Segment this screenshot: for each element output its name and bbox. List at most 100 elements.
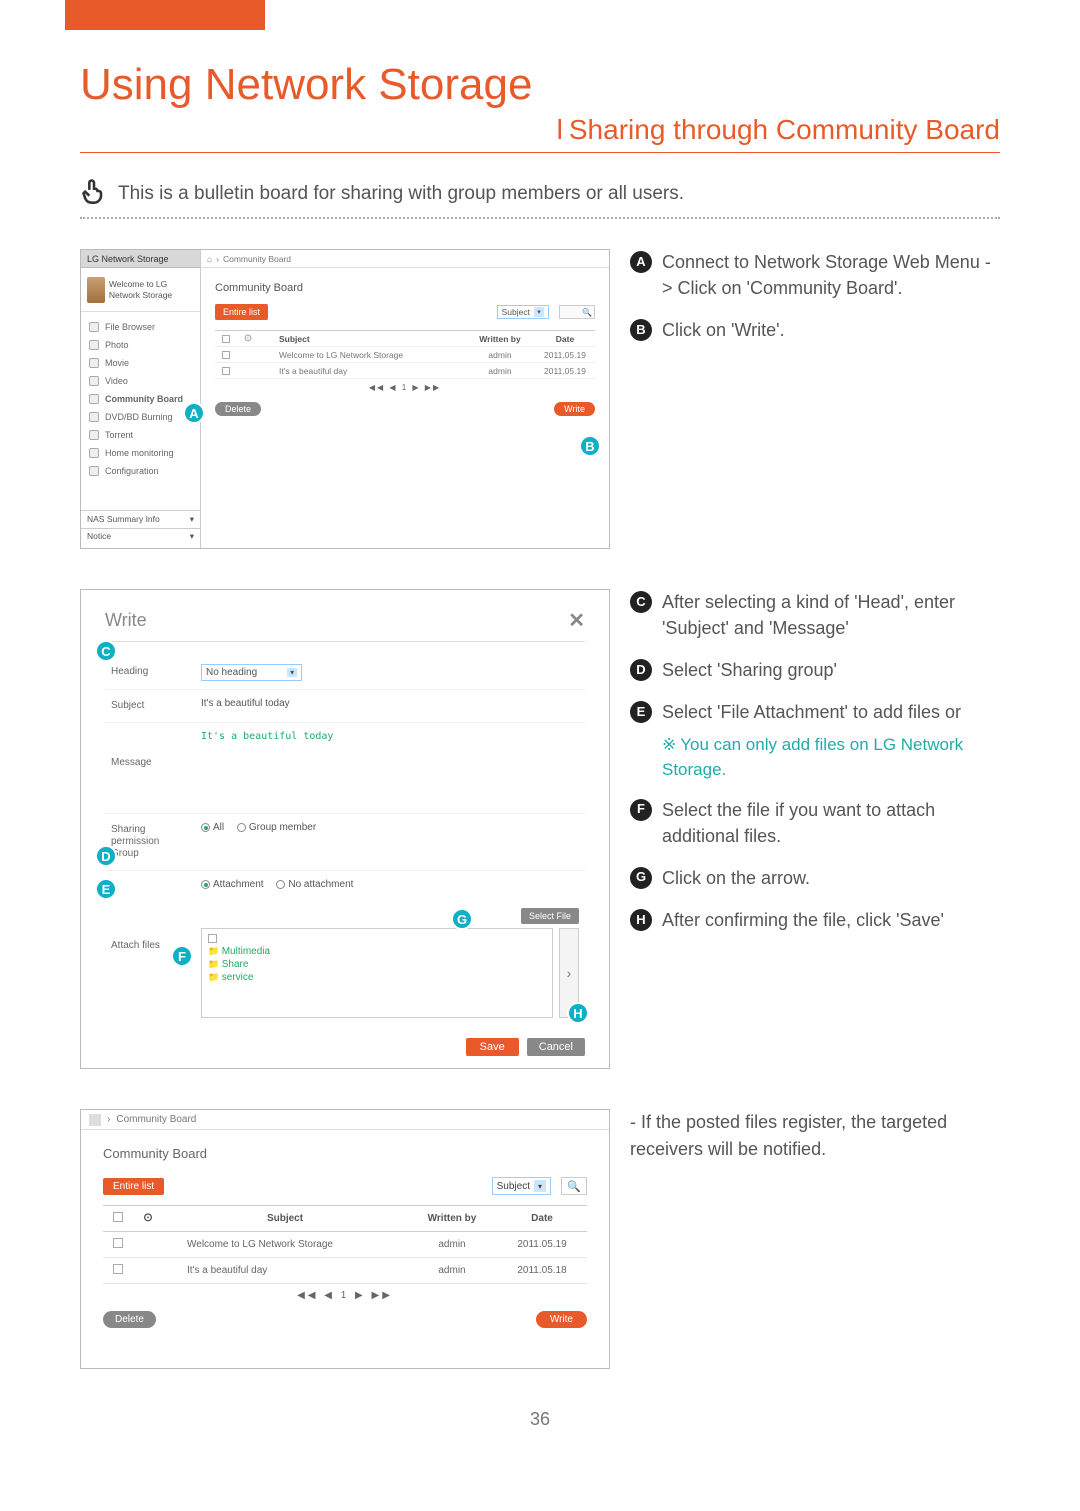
row-checkbox[interactable] (222, 367, 230, 375)
home-icon[interactable]: ⌂ (207, 254, 212, 264)
app-logo-bar: LG Network Storage (81, 250, 200, 268)
board-heading: Community Board (103, 1146, 587, 1161)
sharing-all-radio[interactable]: All (201, 822, 224, 833)
sidebar-item-photo[interactable]: Photo (81, 336, 200, 354)
tree-item-share[interactable]: Share (208, 959, 546, 970)
tree-select-all-checkbox[interactable] (208, 934, 217, 943)
welcome-banner: Welcome to LG Network Storage (81, 268, 200, 312)
row-checkbox[interactable] (222, 351, 230, 359)
bullet-F: F (630, 799, 652, 821)
instruction-E: Select 'File Attachment' to add files or (662, 699, 961, 725)
instructions-block-1: A Connect to Network Storage Web Menu ->… (630, 249, 1000, 549)
filter-select[interactable]: Subject▾ (497, 305, 549, 319)
notice-bar[interactable]: Notice▾ (81, 528, 200, 544)
attachment-column-icon: 𐌏 (237, 333, 259, 344)
header-accent-band (65, 0, 265, 30)
sidebar-item-configuration[interactable]: Configuration (81, 462, 200, 480)
no-attachment-radio[interactable]: No attachment (276, 879, 353, 890)
save-button[interactable]: Save (466, 1038, 519, 1056)
board-heading: Community Board (201, 268, 609, 300)
attach-mode-label (105, 871, 195, 900)
instruction-B: Click on 'Write'. (662, 317, 785, 343)
delete-button[interactable]: Delete (103, 1311, 156, 1328)
attachment-radio[interactable]: Attachment (201, 879, 264, 890)
search-button[interactable]: 🔍 (561, 1177, 587, 1195)
attachment-column-icon: 𐌏 (133, 1206, 163, 1232)
instruction-A: Connect to Network Storage Web Menu -> C… (662, 249, 1000, 301)
instruction-E-note: ※You can only add files on LG Network St… (662, 733, 1000, 782)
posts-table: 𐌏 Subject Written by Date Welcome to LG … (103, 1205, 587, 1284)
select-file-button[interactable]: Select File (521, 908, 579, 924)
heading-label: Heading (105, 656, 195, 689)
entire-list-button[interactable]: Entire list (215, 304, 268, 320)
callout-C: C (95, 640, 117, 662)
table-row[interactable]: Welcome to LG Network Storage admin 2011… (103, 1232, 587, 1258)
sidebar-item-home-monitoring[interactable]: Home monitoring (81, 444, 200, 462)
chevron-down-icon: ▾ (534, 1180, 546, 1192)
callout-H: H (567, 1002, 589, 1024)
tree-item-multimedia[interactable]: Multimedia (208, 946, 546, 957)
callout-D: D (95, 845, 117, 867)
screenshot-write-dialog: Write ✕ Heading No heading ▾ Subject It'… (80, 589, 610, 1069)
bullet-E: E (630, 701, 652, 723)
sidebar-item-movie[interactable]: Movie (81, 354, 200, 372)
tree-item-service[interactable]: service (208, 972, 546, 983)
bullet-B: B (630, 319, 652, 341)
write-button[interactable]: Write (554, 402, 595, 416)
sidebar-item-community-board[interactable]: Community Board (81, 390, 200, 408)
message-textarea[interactable]: It's a beautiful today (195, 723, 585, 813)
instructions-block-3: - If the posted files register, the targ… (630, 1109, 1000, 1369)
pager[interactable]: ◀◀ ◀ 1 ▶ ▶▶ (201, 379, 609, 396)
filter-select[interactable]: Subject▾ (492, 1177, 551, 1195)
page-number: 36 (80, 1409, 1000, 1430)
chevron-down-icon: ▾ (534, 307, 544, 317)
callout-B: B (579, 435, 601, 457)
sidebar-item-video[interactable]: Video (81, 372, 200, 390)
sidebar-item-torrent[interactable]: Torrent (81, 426, 200, 444)
chevron-right-icon: › (567, 965, 572, 981)
instructions-block-2: C After selecting a kind of 'Head', ente… (630, 589, 1000, 1069)
sharing-label: Sharing permission Group (105, 814, 195, 870)
row-checkbox[interactable] (113, 1264, 123, 1274)
breadcrumb: ›Community Board (81, 1110, 609, 1130)
bullet-C: C (630, 591, 652, 613)
table-row[interactable]: It's a beautiful day admin 2011.05.18 (103, 1258, 587, 1284)
row-checkbox[interactable] (113, 1238, 123, 1248)
dialog-title: Write (105, 610, 147, 631)
intro-text: This is a bulletin board for sharing wit… (118, 183, 684, 205)
callout-G: G (451, 908, 473, 930)
write-button[interactable]: Write (536, 1311, 587, 1328)
entire-list-button[interactable]: Entire list (103, 1178, 164, 1195)
sharing-group-radio[interactable]: Group member (237, 822, 316, 833)
breadcrumb: ⌂ › Community Board (201, 250, 609, 268)
select-all-checkbox[interactable] (222, 335, 230, 343)
chevron-down-icon: ▾ (287, 668, 297, 677)
callout-F: F (171, 945, 193, 967)
subject-input[interactable]: It's a beautiful today (201, 698, 290, 709)
nas-summary-bar[interactable]: NAS Summary Info▾ (81, 510, 200, 528)
sidebar-menu: File Browser Photo Movie Video Community… (81, 312, 200, 486)
heading-select[interactable]: No heading ▾ (201, 664, 302, 681)
pager[interactable]: ◀◀ ◀ 1 ▶ ▶▶ (103, 1284, 587, 1307)
callout-E: E (95, 878, 117, 900)
dotted-divider (80, 217, 1000, 219)
table-row[interactable]: It's a beautiful day admin 2011.05.19 (215, 363, 595, 379)
table-row[interactable]: Welcome to LG Network Storage admin 2011… (215, 347, 595, 363)
pointer-icon (80, 177, 108, 211)
instruction-F: Select the file if you want to attach ad… (662, 797, 1000, 849)
folder-tree[interactable]: Multimedia Share service (201, 928, 553, 1018)
instruction-G: Click on the arrow. (662, 865, 810, 891)
delete-button[interactable]: Delete (215, 402, 261, 416)
callout-A: A (183, 402, 205, 424)
message-label: Message (105, 723, 195, 813)
search-input[interactable]: 🔍 (559, 305, 595, 319)
home-icon[interactable] (89, 1114, 101, 1126)
bullet-G: G (630, 867, 652, 889)
select-all-checkbox[interactable] (113, 1212, 123, 1222)
subject-label: Subject (105, 690, 195, 722)
cancel-button[interactable]: Cancel (527, 1038, 585, 1056)
welcome-thumbnail (87, 277, 105, 303)
sidebar-item-file-browser[interactable]: File Browser (81, 318, 200, 336)
close-icon[interactable]: ✕ (568, 608, 585, 633)
instruction-H: After confirming the file, click 'Save' (662, 907, 944, 933)
